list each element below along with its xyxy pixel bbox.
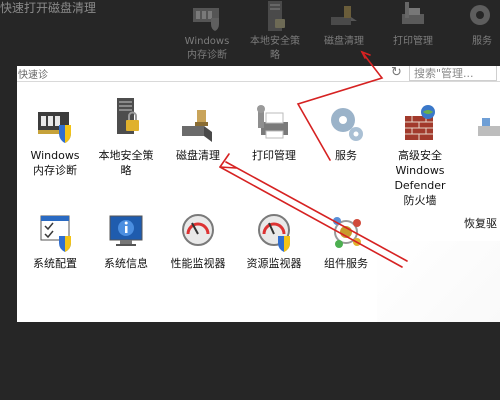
disk-cleanup-icon xyxy=(182,110,212,142)
performance-monitor-icon xyxy=(182,214,214,246)
tile-label: 资源监视器 xyxy=(246,257,302,270)
bg-item-label: Windows 内存诊断 xyxy=(184,36,230,61)
component-services-icon xyxy=(333,217,361,248)
firewall-icon xyxy=(405,105,435,140)
memory-diagnostic-icon xyxy=(193,8,219,31)
print-management-icon xyxy=(257,105,288,139)
bg-item-print-management: 打印管理 xyxy=(382,0,444,66)
resource-monitor-icon xyxy=(258,214,290,252)
bg-item-label: 服务 xyxy=(472,36,492,47)
tile-label: 组件服务 xyxy=(324,257,368,270)
print-management-icon xyxy=(402,2,424,24)
tile-label: 本地安全策 略 xyxy=(98,149,154,177)
local-security-policy-icon xyxy=(268,1,285,31)
disk-cleanup-icon xyxy=(331,6,357,25)
system-configuration-icon xyxy=(40,215,71,252)
address-bar[interactable]: 快速诊 ↻ xyxy=(17,66,500,82)
bg-item-label: 打印管理 xyxy=(393,36,433,47)
services-icon xyxy=(470,5,490,25)
bg-item-label: 磁盘清理 xyxy=(324,36,364,47)
system-information-icon xyxy=(109,215,143,246)
local-security-policy-icon xyxy=(117,98,139,134)
tile-label: 服务 xyxy=(335,149,357,162)
tile-label: 磁盘清理 xyxy=(176,149,220,162)
bg-item-disk-cleanup: 磁盘清理 xyxy=(313,0,375,66)
tile-label: 系统信息 xyxy=(104,257,148,270)
tile-label: 打印管理 xyxy=(252,149,296,162)
bg-item-memory-diagnostic: Windows 内存诊断 xyxy=(176,0,238,66)
refresh-icon[interactable]: ↻ xyxy=(391,66,402,80)
tile-label: 恢复驱 xyxy=(464,217,497,230)
address-text: 快速诊 xyxy=(18,70,48,81)
window-fade xyxy=(377,241,500,322)
administrative-tools-window: 快速诊 ↻ Windows 内存诊断 本地安全策 略 xyxy=(17,66,500,322)
bg-item-label: 本地安全策略 xyxy=(250,36,300,61)
tile-label: 高级安全 Windows Defender 防火墙 xyxy=(394,149,446,207)
tile-label: 性能监视器 xyxy=(170,257,226,270)
bg-item-services: 服务 xyxy=(451,0,500,66)
search-input[interactable] xyxy=(409,66,497,81)
page-title: 快速打开磁盘清理 xyxy=(0,1,97,15)
services-icon xyxy=(331,108,363,141)
memory-diagnostic-icon xyxy=(38,112,71,143)
recovery-drive-icon xyxy=(478,118,500,136)
bg-item-local-security-policy: 本地安全策略 xyxy=(244,0,306,66)
